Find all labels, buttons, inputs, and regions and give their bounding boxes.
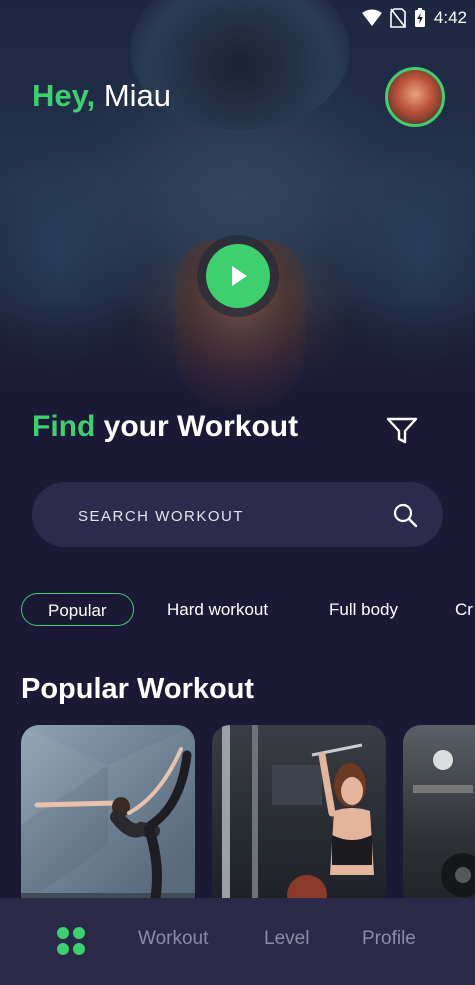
chip-popular[interactable]: Popular [21, 593, 134, 626]
popular-workout-title: Popular Workout [21, 673, 255, 705]
search-icon[interactable] [392, 502, 418, 528]
user-name: Miau [103, 78, 172, 113]
battery-charging-icon [414, 8, 425, 27]
filter-icon[interactable] [386, 416, 418, 446]
nav-workout[interactable]: Workout [138, 928, 208, 950]
wifi-icon [361, 9, 382, 26]
chip-full-body[interactable]: Full body [303, 593, 424, 626]
chip-more[interactable]: Cr [429, 593, 475, 626]
workout-card-gym-interior[interactable] [403, 725, 475, 905]
find-rest: your Workout [103, 410, 299, 443]
yoga-figure-image [21, 725, 195, 905]
greeting: Hey, Miau [32, 78, 171, 114]
gym-pulldown-image [222, 725, 374, 905]
bottom-nav: Workout Level Profile [0, 898, 475, 985]
grid-home-icon[interactable] [55, 925, 87, 957]
nav-profile[interactable]: Profile [362, 928, 416, 950]
play-icon [232, 266, 247, 286]
gym-interior-image [413, 750, 475, 897]
find-heading: Find your Workout [32, 410, 298, 444]
status-bar: 4:42 [0, 0, 475, 36]
status-icons: 4:42 [361, 8, 467, 28]
search-bar[interactable] [32, 482, 443, 547]
nav-level[interactable]: Level [264, 928, 309, 950]
play-button-inner [206, 244, 270, 308]
find-accent: Find [32, 410, 96, 443]
greeting-prefix: Hey, [32, 78, 96, 113]
search-input[interactable] [76, 500, 380, 532]
avatar[interactable] [385, 67, 445, 127]
category-chips: Popular Hard workout Full body Cr [21, 593, 475, 629]
play-button[interactable] [197, 235, 279, 317]
chip-hard-workout[interactable]: Hard workout [141, 593, 294, 626]
workout-card-gym[interactable] [212, 725, 386, 905]
no-sim-icon [390, 8, 406, 28]
status-time: 4:42 [433, 8, 467, 27]
popular-workout-cards [21, 725, 475, 905]
workout-card-yoga[interactable] [21, 725, 195, 905]
